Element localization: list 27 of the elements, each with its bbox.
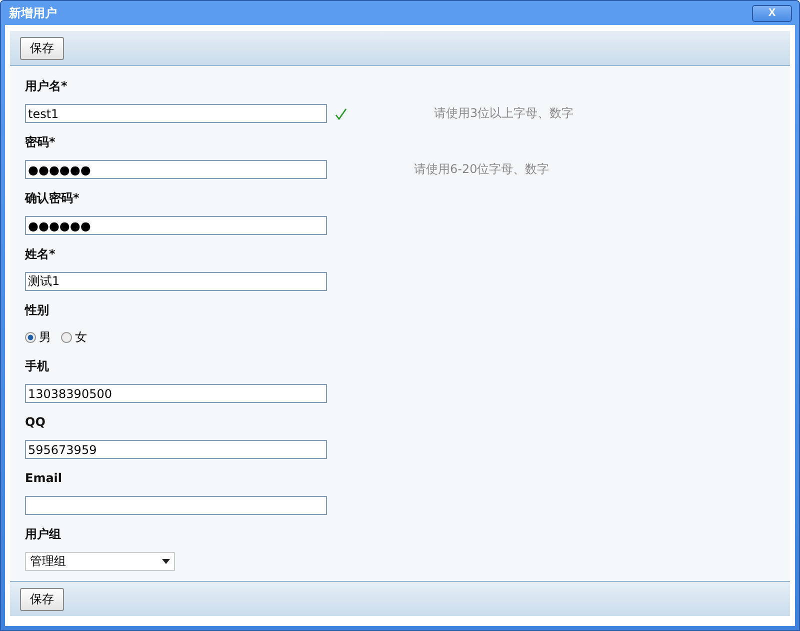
field-label: 确认密码* xyxy=(25,190,80,207)
radio-button[interactable] xyxy=(61,332,72,343)
radio-button[interactable] xyxy=(25,332,36,343)
radio-label: 女 xyxy=(75,329,87,346)
input-field[interactable]: 595673959 xyxy=(25,440,327,459)
hint-text: 请使用3位以上字母、数字 xyxy=(434,105,574,122)
input-field[interactable]: 测试1 xyxy=(25,272,327,291)
field-label: 密码* xyxy=(25,134,56,151)
field-label: QQ xyxy=(25,414,46,431)
field-label: 姓名* xyxy=(25,246,56,263)
field-label: 用户组 xyxy=(25,526,61,543)
field-label: 用户名* xyxy=(25,78,68,95)
hint-text: 请使用6-20位字母、数字 xyxy=(414,161,550,178)
save-button[interactable]: 保存 xyxy=(20,36,64,60)
input-field[interactable]: ●●●●●● xyxy=(25,160,327,179)
input-field[interactable]: test1 xyxy=(25,104,327,123)
input-field[interactable] xyxy=(25,496,327,515)
dropdown[interactable]: 管理组 xyxy=(25,552,175,571)
save-button[interactable]: 保存 xyxy=(20,588,64,610)
input-field[interactable]: 13038390500 xyxy=(25,384,327,403)
caret-icon xyxy=(162,559,170,564)
window-title: 新增用户 xyxy=(9,4,57,22)
field-label: Email xyxy=(25,470,62,487)
field-label: 手机 xyxy=(25,358,49,375)
radio-label: 男 xyxy=(39,329,51,346)
input-field[interactable]: ●●●●●● xyxy=(25,216,327,235)
field-label: 性别 xyxy=(25,302,49,319)
